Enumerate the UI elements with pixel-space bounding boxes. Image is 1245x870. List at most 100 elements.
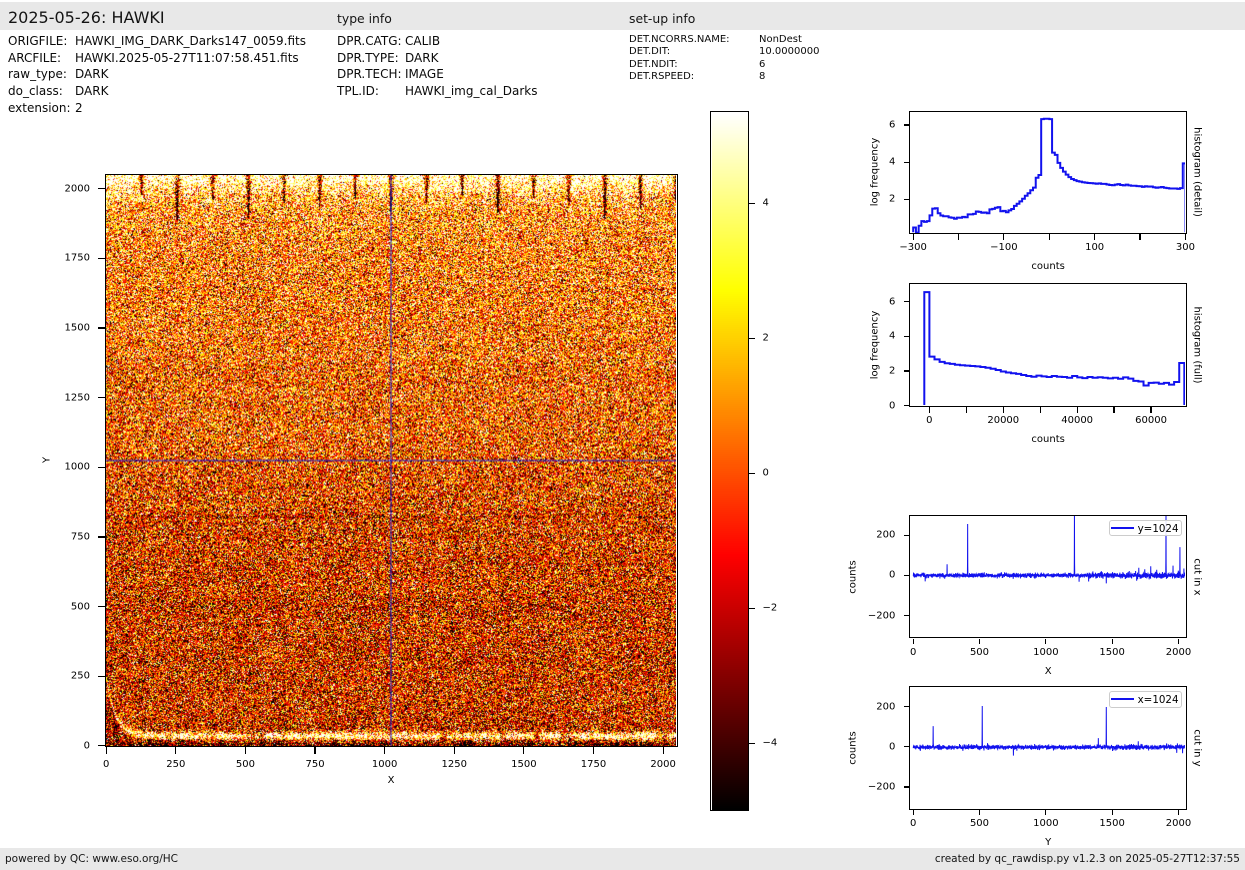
x-tick [453,747,455,755]
x-tick [105,747,107,755]
cut-x-ylabel: counts [847,559,859,594]
y-tick [97,675,105,677]
y-tick [97,257,105,259]
main-xaxis-label: X [387,775,395,786]
x-tick [1048,234,1050,240]
meta-value: HAWKI_img_cal_Darks [405,84,538,99]
x-tick-label: 500 [969,646,990,658]
x-tick [1177,638,1180,644]
y-tick-label: 1500 [64,322,90,334]
x-tick [244,747,247,755]
x-tick-label: 1250 [441,758,468,770]
meta-label: do_class: [8,84,63,99]
meta-value: IMAGE [405,67,444,82]
x-tick-label: 300 [1175,242,1195,254]
colorbar-tick-label: 2 [762,332,769,344]
cut-x-xlabel: X [1044,665,1052,677]
y-tick-label: 500 [70,601,90,613]
cut-y-legend-line [1110,698,1135,701]
x-tick [978,809,981,816]
y-tick [97,397,105,399]
hist-full-xlabel: counts [1031,434,1065,445]
footer-right-text: created by qc_rawdisp.py v1.2.3 on 2025-… [934,853,1240,865]
x-tick-label: 250 [166,758,186,770]
colorbar-tick [749,472,756,474]
meta-label: DPR.TYPE: [337,50,399,65]
detector-image[interactable] [106,175,677,746]
y-tick-label: 200 [876,529,896,541]
x-tick [1076,407,1078,413]
y-tick-label: 250 [70,670,90,682]
meta-value: NonDest [759,33,802,45]
header-bar [0,2,1245,30]
hist-full-right-label: histogram (full) [1191,306,1203,384]
x-tick [1111,638,1113,644]
x-tick-label: −300 [899,242,927,254]
colorbar [711,112,748,810]
x-tick [1045,809,1047,816]
hist-detail-series [912,117,1186,233]
x-tick [592,747,595,755]
cut-y-right-label: cut in y [1191,729,1203,767]
hist-full-series [923,291,1186,406]
colorbar-tick [749,202,756,204]
hist-full-plot[interactable] [911,284,1186,406]
cut-y-legend-label: x=1024 [1137,694,1179,707]
x-tick [1184,234,1186,240]
meta-label: ARCFILE: [8,50,62,65]
x-tick-label: 100 [1085,242,1105,254]
x-tick-label: 20000 [987,415,1020,426]
y-tick-label: −200 [867,610,896,622]
x-tick [1039,407,1041,413]
meta-value: HAWKI_IMG_DARK_Darks147_0059.fits [75,33,306,48]
meta-label: ORIGFILE: [8,33,68,48]
y-tick-label: −200 [867,781,896,793]
x-tick [523,747,525,755]
y-tick [903,198,910,201]
colorbar-tick [749,742,756,744]
hist-detail-xlabel: counts [1031,261,1065,273]
meta-value: 10.0000000 [759,46,820,57]
meta-label: DET.NCORRS.NAME: [629,33,730,45]
y-tick [903,370,910,372]
hist-detail-plot[interactable] [911,112,1186,233]
x-tick [1139,234,1141,240]
x-tick-label: 0 [926,415,933,426]
meta-value: 6 [759,58,766,70]
x-tick [912,809,914,816]
y-tick [903,786,910,788]
x-tick-label: 500 [235,758,255,770]
y-tick-label: 0 [889,400,896,411]
cut-x-legend-label: y=1024 [1137,522,1179,535]
colorbar-tick-label: −2 [762,602,778,614]
meta-label: DPR.CATG: [337,33,402,48]
cut-x-right-label: cut in x [1191,557,1203,596]
x-tick-label: 1000 [1033,646,1059,658]
colorbar-tick [749,607,756,609]
y-tick-label: 1750 [64,252,90,264]
colorbar-tick-label: −4 [762,737,778,749]
meta-value: DARK [75,84,109,99]
hist-detail-right-label: histogram (detail) [1191,127,1203,218]
y-tick [903,746,910,748]
meta-label: extension: [8,100,71,115]
x-tick-label: 40000 [1061,415,1094,426]
meta-value: DARK [75,67,109,82]
y-tick [903,335,910,337]
x-tick [384,747,386,755]
y-tick [97,745,105,747]
x-tick [1002,407,1004,413]
y-tick [903,574,910,577]
footer-left-text: powered by QC: www.eso.org/HC [5,853,179,865]
y-tick-label: 200 [876,701,896,713]
cut-y-series [912,705,1186,756]
x-tick-label: 1000 [371,758,398,770]
x-tick-label: 1500 [1099,817,1125,829]
x-tick [1094,234,1096,240]
x-tick [965,407,967,413]
colorbar-tick-label: 4 [762,197,769,209]
x-tick [978,638,981,644]
x-tick [912,234,914,240]
colorbar-tick [749,337,756,339]
y-tick [97,605,105,608]
